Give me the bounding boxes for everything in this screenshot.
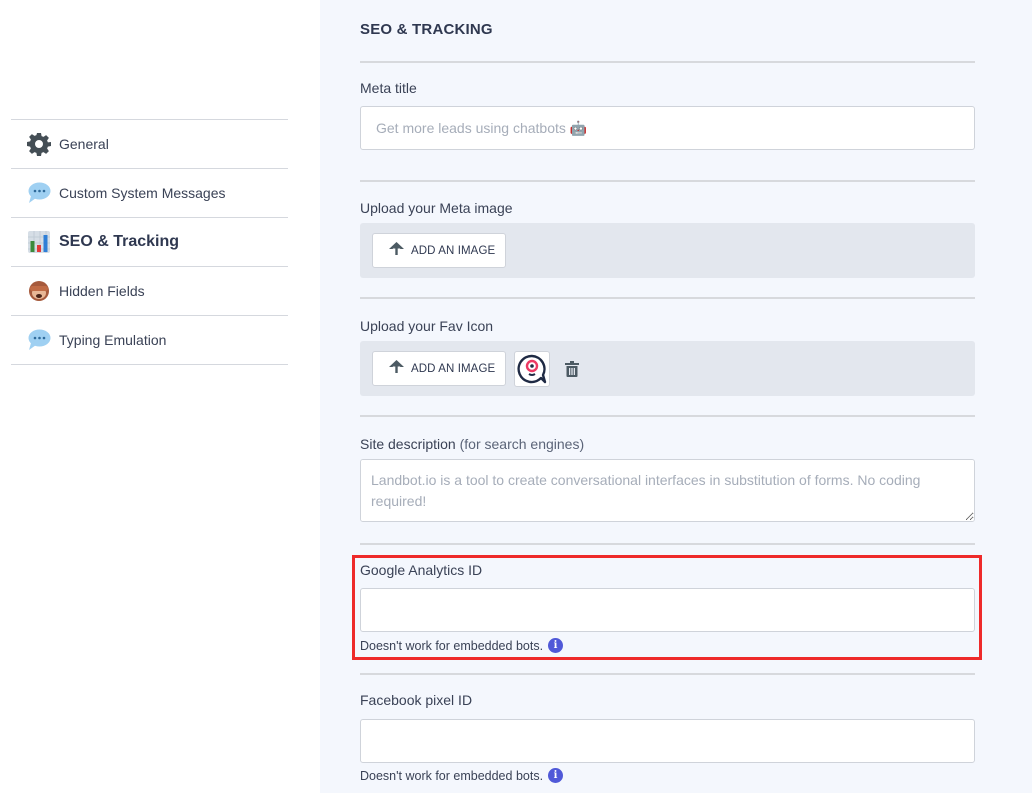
facebook-pixel-input[interactable]	[360, 719, 975, 763]
google-analytics-hint: Doesn't work for embedded bots. i	[360, 638, 564, 653]
info-icon[interactable]: i	[548, 638, 564, 653]
meta-title-label: Meta title	[360, 80, 417, 96]
sidebar-item-label: Hidden Fields	[59, 283, 145, 299]
info-icon[interactable]: i	[548, 768, 564, 783]
sidebar-item-custom-system-messages[interactable]: Custom System Messages	[11, 169, 288, 218]
sidebar-item-label: Typing Emulation	[59, 332, 167, 348]
landbot-logo-icon	[517, 354, 547, 383]
facebook-pixel-hint: Doesn't work for embedded bots. i	[360, 768, 564, 783]
meta-image-upload-area: ADD AN IMAGE	[360, 223, 975, 278]
upload-icon	[388, 240, 405, 261]
divider	[360, 415, 975, 417]
site-description-label: Site description (for search engines)	[360, 436, 584, 452]
fav-icon-add-button[interactable]: ADD AN IMAGE	[372, 351, 506, 386]
google-analytics-label: Google Analytics ID	[360, 562, 483, 578]
sidebar-item-label: General	[59, 136, 109, 152]
hint-text: Doesn't work for embedded bots.	[360, 768, 544, 783]
divider	[360, 61, 975, 63]
hint-text: Doesn't work for embedded bots.	[360, 638, 544, 653]
see-no-evil-monkey-icon	[27, 279, 51, 303]
fav-icon-preview	[514, 350, 550, 387]
meta-image-add-button[interactable]: ADD AN IMAGE	[372, 233, 506, 268]
divider	[360, 297, 975, 299]
page-title: SEO & TRACKING	[360, 21, 493, 38]
sidebar-item-label: SEO & Tracking	[59, 233, 180, 250]
fav-icon-label: Upload your Fav Icon	[360, 318, 494, 334]
fav-icon-upload-area: ADD AN IMAGE	[360, 341, 975, 396]
seo-tracking-panel: SEO & TRACKING Meta title Upload your Me…	[320, 0, 1032, 793]
delete-fav-icon-button[interactable]	[562, 359, 582, 379]
sidebar-item-typing-emulation[interactable]: Typing Emulation	[11, 316, 288, 365]
gear-icon	[27, 132, 51, 156]
meta-title-input[interactable]	[360, 106, 975, 150]
add-image-label: ADD AN IMAGE	[411, 362, 496, 375]
upload-icon	[388, 358, 405, 379]
speech-bubble-icon	[27, 328, 51, 352]
sidebar-item-general[interactable]: General	[11, 120, 288, 169]
sidebar-item-hidden-fields[interactable]: Hidden Fields	[11, 267, 288, 316]
meta-image-label: Upload your Meta image	[360, 200, 513, 216]
sidebar-item-seo-tracking[interactable]: SEO & Tracking	[11, 218, 288, 267]
divider	[360, 180, 975, 182]
settings-nav: General Custom System Messages SEO & Tra…	[11, 119, 288, 365]
sidebar-item-label: Custom System Messages	[59, 185, 226, 201]
facebook-pixel-label: Facebook pixel ID	[360, 692, 473, 708]
add-image-label: ADD AN IMAGE	[411, 244, 496, 257]
speech-bubble-icon	[27, 181, 51, 205]
google-analytics-input[interactable]	[360, 588, 975, 632]
divider	[360, 543, 975, 545]
divider	[360, 673, 975, 675]
settings-sidebar: General Custom System Messages SEO & Tra…	[0, 0, 320, 793]
bar-chart-icon	[27, 230, 51, 254]
site-description-label-text: Site description	[360, 436, 456, 452]
site-description-label-suffix: (for search engines)	[459, 436, 585, 452]
site-description-textarea[interactable]	[360, 459, 975, 522]
trash-icon	[565, 360, 579, 377]
